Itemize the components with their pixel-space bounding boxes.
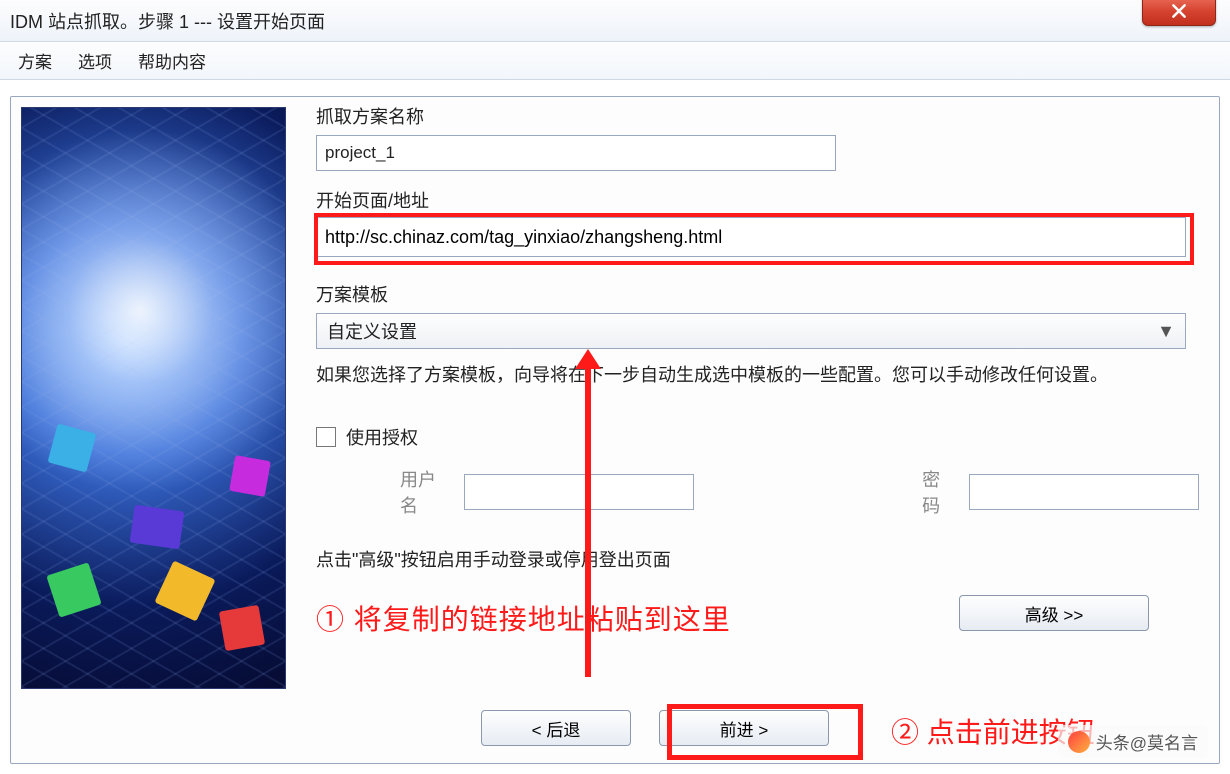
watermark-text: 头条@莫名言 [1096, 729, 1198, 754]
menu-scheme[interactable]: 方案 [18, 48, 52, 73]
menu-bar: 方案 选项 帮助内容 [0, 42, 1230, 80]
dialog-panel: 抓取方案名称 开始页面/地址 万案模板 自定义设置 ▼ 如果您选择了方案模板，向… [10, 96, 1220, 764]
template-select[interactable]: 自定义设置 ▼ [316, 313, 1186, 349]
start-url-input[interactable] [316, 217, 1186, 257]
use-auth-label: 使用授权 [346, 424, 418, 450]
use-auth-checkbox[interactable] [316, 427, 336, 447]
chevron-down-icon: ▼ [1157, 321, 1175, 342]
template-label: 万案模板 [316, 281, 1199, 307]
window-titlebar: IDM 站点抓取。步骤 1 --- 设置开始页面 [0, 0, 1230, 42]
password-input[interactable] [969, 474, 1199, 510]
watermark-icon [1068, 731, 1090, 753]
username-label: 用户名 [400, 466, 452, 518]
content-area: 抓取方案名称 开始页面/地址 万案模板 自定义设置 ▼ 如果您选择了方案模板，向… [0, 80, 1230, 774]
annotation-arrow [585, 365, 591, 677]
forward-button[interactable]: 前进 > [659, 710, 829, 746]
menu-options[interactable]: 选项 [78, 48, 112, 73]
project-name-input[interactable] [316, 135, 836, 171]
watermark: 头条@莫名言 [1058, 725, 1208, 758]
password-label: 密码 [922, 466, 957, 518]
window-title: IDM 站点抓取。步骤 1 --- 设置开始页面 [10, 8, 325, 34]
wizard-side-image [21, 107, 286, 689]
username-input[interactable] [464, 474, 694, 510]
close-button[interactable] [1142, 0, 1216, 26]
start-url-label: 开始页面/地址 [316, 187, 429, 213]
back-button[interactable]: < 后退 [481, 710, 631, 746]
template-help-text: 如果您选择了方案模板，向导将在下一步自动生成选中模板的一些配置。您可以手动修改任… [316, 361, 1186, 390]
project-name-label: 抓取方案名称 [316, 103, 1199, 129]
template-select-value: 自定义设置 [327, 318, 417, 344]
menu-help[interactable]: 帮助内容 [138, 48, 206, 73]
advanced-button[interactable]: 高级 >> [959, 595, 1149, 631]
close-icon [1170, 2, 1188, 20]
form-area: 抓取方案名称 开始页面/地址 万案模板 自定义设置 ▼ 如果您选择了方案模板，向… [286, 97, 1219, 763]
advanced-hint: 点击"高级"按钮启用手动登录或停用登出页面 [316, 546, 1199, 572]
